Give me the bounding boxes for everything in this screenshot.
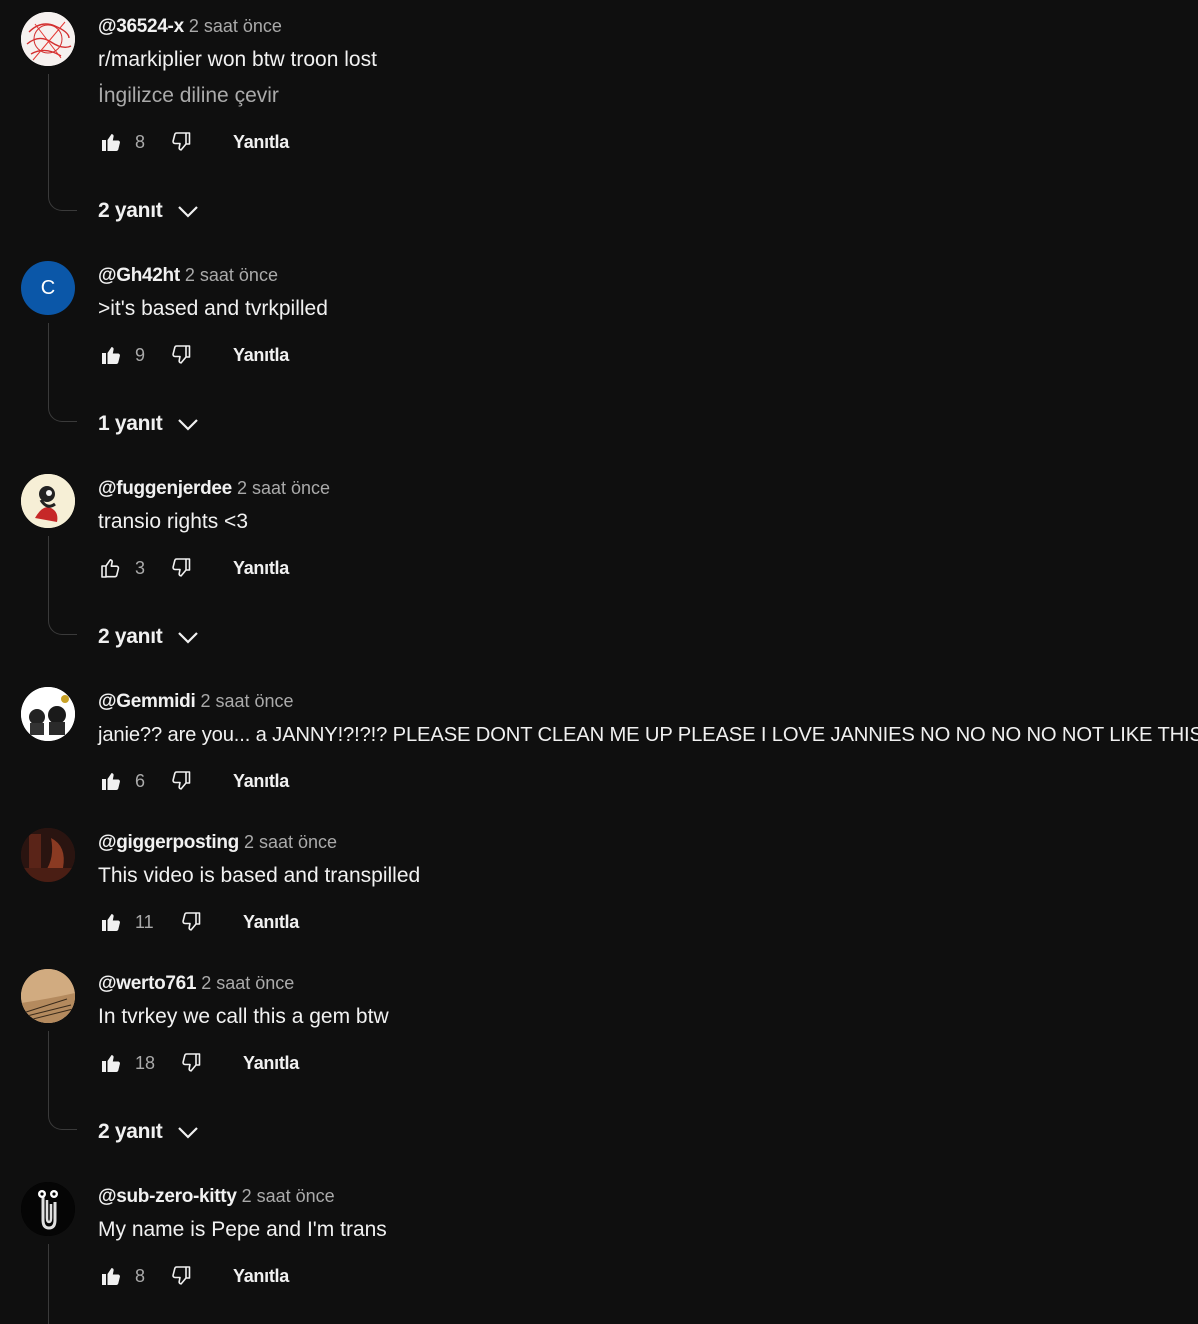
comment-header: @Gh42ht 2 saat önce [98,261,278,289]
thumbs-down-icon[interactable] [169,556,193,580]
thumbs-up-filled-icon[interactable] [99,910,123,934]
like-count: 8 [135,1265,146,1286]
thumbs-down-icon[interactable] [169,343,193,367]
comment-author[interactable]: @giggerposting [98,832,239,853]
replies-count: 2 yanıt [98,625,163,648]
thread-line [48,323,49,407]
comment-actions: 9 Yanıtla [99,341,289,369]
comment-header: @giggerposting 2 saat önce [98,828,337,856]
comment-author[interactable]: @fuggenjerdee [98,478,232,499]
view-replies-button[interactable]: 2 yanıt [98,623,200,651]
thumbs-down-icon[interactable] [179,910,203,934]
replies-count: 2 yanıt [98,1120,163,1143]
like-count: 8 [135,131,146,152]
comment-time[interactable]: 2 saat önce [185,265,278,285]
avatar[interactable] [21,969,75,1023]
avatar[interactable]: C [21,261,75,315]
thumbs-up-filled-icon[interactable] [99,343,123,367]
comment-time[interactable]: 2 saat önce [242,1186,335,1206]
comment-header: @sub-zero-kitty 2 saat önce [98,1182,335,1210]
translate-link[interactable]: İngilizce diline çevir [98,82,279,110]
comment-author[interactable]: @werto761 [98,973,197,994]
thumbs-down-icon[interactable] [169,769,193,793]
like-count: 3 [135,557,146,578]
comment-author[interactable]: @Gemmidi [98,691,196,712]
thumbs-down-icon[interactable] [169,130,193,154]
thread-line [48,1031,49,1115]
avatar[interactable] [21,12,75,66]
thread-line [48,536,49,620]
avatar[interactable] [21,474,75,528]
replies-count: 2 yanıt [98,199,163,222]
comment-actions: 8 Yanıtla [99,1262,289,1290]
comment-author[interactable]: @36524-x [98,16,184,37]
thumbs-down-icon[interactable] [169,1264,193,1288]
comment-author[interactable]: @sub-zero-kitty [98,1186,237,1207]
avatar[interactable] [21,828,75,882]
thread-line [48,74,49,196]
like-count: 6 [135,770,146,791]
avatar[interactable] [21,687,75,741]
comment-actions: 8 Yanıtla [99,128,289,156]
view-replies-button[interactable]: 1 yanıt [98,410,200,438]
like-count: 9 [135,344,146,365]
comment-header: @fuggenjerdee 2 saat önce [98,474,330,502]
chevron-down-icon [176,625,200,649]
avatar[interactable] [21,1182,75,1236]
thread-curve [48,407,77,422]
thumbs-up-filled-icon[interactable] [99,1051,123,1075]
comment-time[interactable]: 2 saat önce [189,16,282,36]
thumbs-up-filled-icon[interactable] [99,769,123,793]
reply-button[interactable]: Yanıtla [233,345,289,366]
comment-actions: 3 Yanıtla [99,554,289,582]
like-count: 11 [135,911,154,932]
reply-button[interactable]: Yanıtla [233,1266,289,1287]
thumbs-up-filled-icon[interactable] [99,130,123,154]
comment-actions: 6 Yanıtla [99,767,289,795]
comment-time[interactable]: 2 saat önce [201,973,294,993]
replies-count: 1 yanıt [98,412,163,435]
comment-header: @Gemmidi 2 saat önce [98,687,294,715]
comment-time[interactable]: 2 saat önce [244,832,337,852]
reply-button[interactable]: Yanıtla [233,132,289,153]
reply-button[interactable]: Yanıtla [243,912,299,933]
comment-text: transio rights <3 [98,510,248,533]
thread-curve [48,196,77,211]
comment-header: @werto761 2 saat önce [98,969,294,997]
chevron-down-icon [176,199,200,223]
view-replies-button[interactable]: 2 yanıt [98,197,200,225]
comment-text: janie?? are you... a JANNY!?!?!? PLEASE … [98,724,1198,746]
thread-line [48,1244,49,1324]
like-count: 18 [135,1052,156,1073]
thread-curve [48,620,77,635]
chevron-down-icon [176,412,200,436]
thumbs-up-icon[interactable] [99,556,123,580]
thread-curve [48,1115,77,1130]
thumbs-down-icon[interactable] [179,1051,203,1075]
comment-text: >it's based and tvrkpilled [98,297,328,320]
thumbs-up-filled-icon[interactable] [99,1264,123,1288]
chevron-down-icon [176,1120,200,1144]
comment-time[interactable]: 2 saat önce [200,691,293,711]
comment-text: This video is based and transpilled [98,864,421,887]
avatar-letter: C [40,276,56,299]
comment-text: My name is Pepe and I'm trans [98,1218,387,1241]
reply-button[interactable]: Yanıtla [243,1053,299,1074]
comment-author[interactable]: @Gh42ht [98,265,180,286]
comment-text: r/markiplier won btw troon lost [98,48,377,71]
comment-time[interactable]: 2 saat önce [237,478,330,498]
reply-button[interactable]: Yanıtla [233,558,289,579]
view-replies-button[interactable]: 2 yanıt [98,1118,200,1146]
comment-header: @36524-x 2 saat önce [98,12,282,40]
comment-text: In tvrkey we call this a gem btw [98,1005,389,1028]
reply-button[interactable]: Yanıtla [233,771,289,792]
comment-actions: 18 Yanıtla [99,1049,299,1077]
comment-actions: 11 Yanıtla [99,908,299,936]
